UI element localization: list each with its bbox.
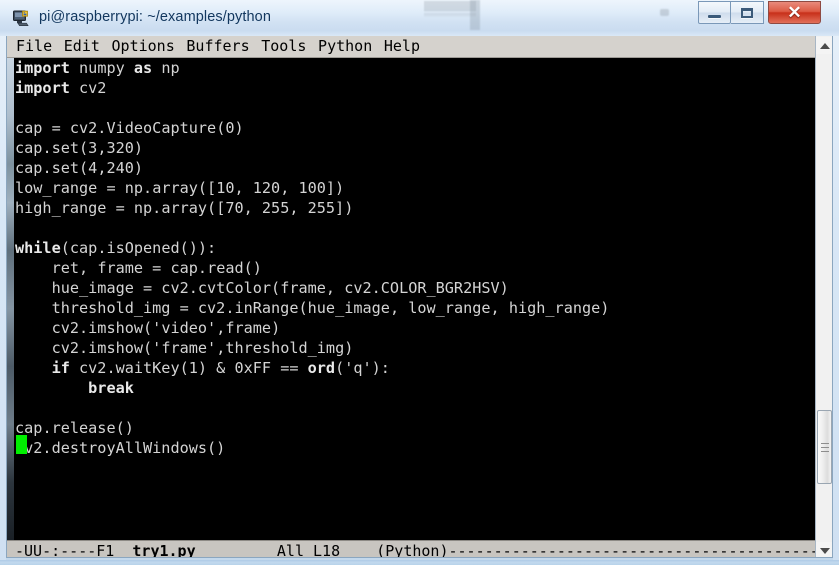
close-icon: ✕	[787, 3, 802, 22]
scroll-up-button[interactable]	[816, 37, 832, 54]
code-line: hue_image = cv2.cvtColor(frame, cv2.COLO…	[51, 279, 509, 297]
menu-item-buffers[interactable]: Buffers	[185, 36, 250, 57]
scrollbar-thumb[interactable]	[817, 410, 832, 485]
code-line: ret, frame = cap.read()	[51, 259, 262, 277]
scrollbar-grip-line	[821, 447, 829, 449]
scrollbar-grip-line	[821, 451, 829, 453]
scroll-down-arrow-icon	[820, 548, 830, 554]
code-line: while(cap.isOpened()):	[15, 239, 217, 257]
scrollbar-grip-line	[821, 443, 829, 445]
maximize-button[interactable]	[731, 1, 764, 24]
window-titlebar[interactable]: pi@raspberrypi: ~/examples/python ✕	[0, 0, 839, 36]
minimize-icon	[708, 15, 721, 18]
menu-item-python[interactable]: Python	[317, 36, 373, 57]
titlebar-artifact-dot	[660, 9, 669, 16]
vertical-scrollbar[interactable]	[815, 36, 832, 560]
window-outer-border	[0, 560, 839, 565]
minimize-button[interactable]	[698, 1, 731, 24]
emacs-frame: File Edit Options Buffers Tools Python H…	[6, 36, 833, 560]
code-line: cv2.imshow('video',frame)	[15, 319, 281, 337]
code-line: break	[88, 379, 134, 397]
text-cursor	[16, 435, 27, 454]
code-line: high_range = np.array([70, 255, 255])	[15, 199, 354, 217]
left-fringe	[7, 58, 14, 540]
code-line: cap.release()	[15, 419, 134, 437]
code-line: import cv2	[15, 79, 107, 97]
code-line: cap = cv2.VideoCapture(0)	[15, 119, 244, 137]
code-line: low_range = np.array([10, 120, 100])	[15, 179, 345, 197]
code-line: threshold_img = cv2.inRange(hue_image, l…	[51, 299, 610, 317]
menu-item-tools[interactable]: Tools	[260, 36, 307, 57]
titlebar-artifact-edge	[470, 0, 480, 30]
editor-text-area[interactable]: import numpy as np import cv2 cap = cv2.V…	[7, 58, 832, 540]
code-line: cv2.destroyAllWindows()	[15, 439, 226, 457]
titlebar-artifact	[424, 1, 476, 23]
close-button[interactable]: ✕	[768, 1, 821, 24]
menu-item-options[interactable]: Options	[111, 36, 176, 57]
maximize-icon	[741, 8, 753, 18]
code-line: cap.set(3,320)	[15, 139, 144, 157]
code-content: import numpy as np import cv2 cap = cv2.V…	[15, 58, 815, 458]
menu-item-help[interactable]: Help	[383, 36, 421, 57]
code-line: cap.set(4,240)	[15, 159, 144, 177]
code-line: import numpy as np	[15, 59, 180, 77]
terminal-computer-icon	[13, 10, 29, 26]
code-line: if cv2.waitKey(1) & 0xFF == ord('q'):	[51, 359, 390, 377]
emacs-menubar: File Edit Options Buffers Tools Python H…	[7, 36, 832, 58]
terminal-window: pi@raspberrypi: ~/examples/python ✕ File…	[0, 0, 839, 565]
code-line: cv2.imshow('frame',threshold_img)	[15, 339, 354, 357]
menu-item-file[interactable]: File	[15, 36, 53, 57]
menu-item-edit[interactable]: Edit	[63, 36, 101, 57]
scroll-up-arrow-icon	[820, 43, 830, 49]
window-title: pi@raspberrypi: ~/examples/python	[39, 9, 272, 25]
